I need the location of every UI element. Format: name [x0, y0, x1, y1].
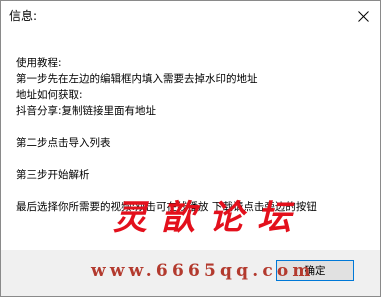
dialog-title: 信息: — [9, 9, 38, 23]
close-button[interactable] — [346, 1, 380, 31]
close-icon — [357, 10, 369, 22]
message-line: 第一步先在左边的编辑框内填入需要去掉水印的地址 — [16, 73, 258, 85]
title-bar: 信息: — [1, 1, 380, 31]
message-line: 地址如何获取: — [16, 89, 83, 101]
message-line: 第二步点击导入列表 — [16, 137, 111, 149]
message-line: 使用教程: — [16, 57, 62, 69]
watermark-brand: 灵歆论坛 — [113, 198, 305, 238]
message-line: 抖音分享:复制链接里面有地址 — [16, 105, 157, 117]
watermark-url: www.6665qq.com — [91, 261, 315, 281]
message-line: 第三步开始解析 — [16, 169, 90, 181]
message-dialog: 信息: 使用教程: 第一步先在左边的编辑框内填入需要去掉水印的地址 地址如何获取… — [0, 0, 381, 297]
